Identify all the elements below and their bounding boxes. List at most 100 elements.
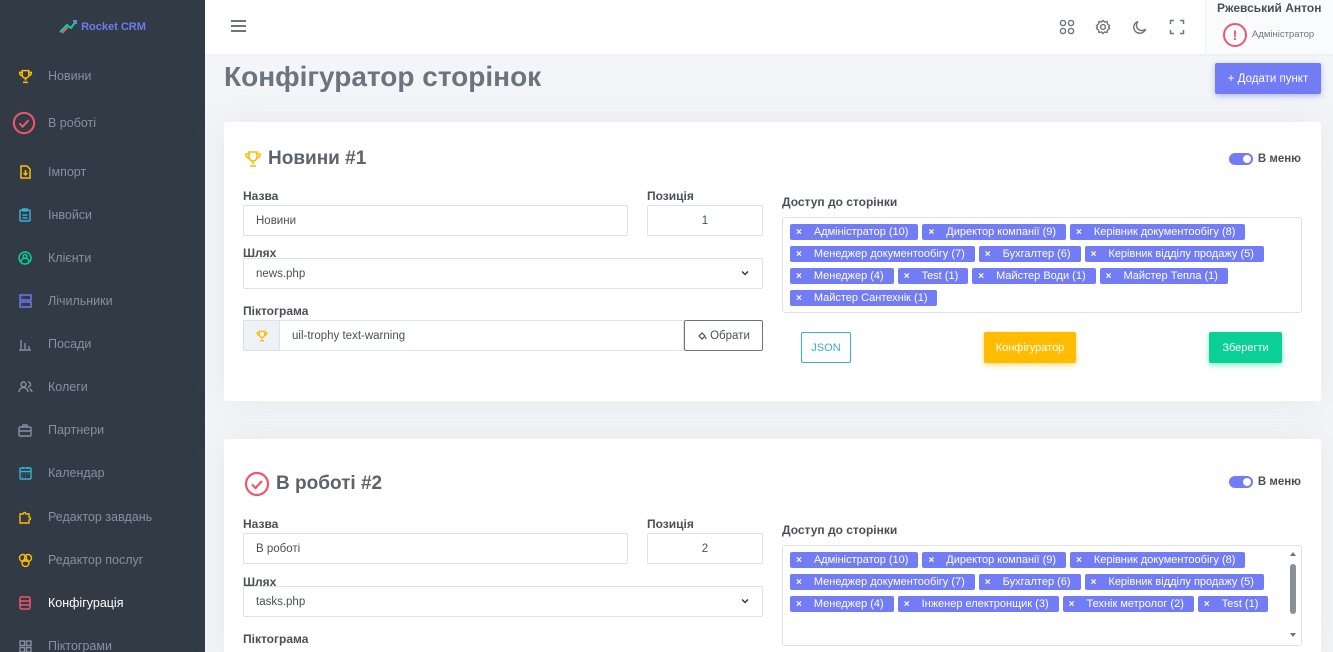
sidebar-item-label: Новини bbox=[48, 69, 92, 83]
name-input[interactable]: В роботі bbox=[243, 533, 628, 564]
sidebar-item[interactable]: Календар bbox=[0, 458, 205, 488]
sidebar-item[interactable]: Посади bbox=[0, 329, 205, 359]
sidebar-item[interactable]: Колеги bbox=[0, 372, 205, 402]
apps-icon[interactable] bbox=[1058, 18, 1076, 36]
sidebar-item[interactable]: Новини bbox=[0, 61, 205, 91]
path-value: news.php bbox=[256, 267, 306, 280]
position-input[interactable]: 1 bbox=[647, 205, 763, 236]
json-button[interactable]: JSON bbox=[801, 332, 851, 363]
position-input[interactable]: 2 bbox=[647, 533, 763, 564]
sidebar-item[interactable]: Редактор завдань bbox=[0, 502, 205, 532]
remove-tag-icon[interactable]: × bbox=[796, 599, 802, 610]
access-tag: × Майстер Тепла (1) bbox=[1099, 268, 1228, 284]
name-input[interactable]: Новини bbox=[243, 205, 628, 236]
access-tag-label: Майстер Тепла (1) bbox=[1123, 270, 1218, 282]
access-tag-label: Інженер електронщик (3) bbox=[921, 598, 1049, 610]
sidebar-item-label: Клієнти bbox=[48, 251, 92, 265]
path-select[interactable]: tasks.php bbox=[243, 586, 763, 617]
sidebar-item-label: Лічильники bbox=[48, 294, 113, 308]
remove-tag-icon[interactable]: × bbox=[1076, 227, 1082, 238]
remove-tag-icon[interactable]: × bbox=[928, 227, 934, 238]
name-label: Назва bbox=[243, 189, 279, 203]
access-multiselect[interactable]: × Адміністратор (10) × Директор компанії (9… bbox=[782, 545, 1302, 646]
database-icon bbox=[17, 595, 33, 611]
trophy-icon bbox=[256, 330, 267, 341]
sidebar-item[interactable]: Лічильники bbox=[0, 286, 205, 316]
add-item-button[interactable]: + Додати пункт bbox=[1215, 63, 1321, 94]
alert-icon: ! bbox=[1223, 23, 1247, 47]
server-icon bbox=[17, 293, 33, 309]
brand[interactable]: Rocket CRM bbox=[0, 0, 205, 54]
remove-tag-icon[interactable]: × bbox=[1076, 555, 1082, 566]
access-tag-label: Test (1) bbox=[921, 270, 959, 282]
sidebar-item[interactable]: Партнери bbox=[0, 415, 205, 445]
access-tag: × Технік метролог (2) bbox=[1062, 596, 1194, 612]
sidebar-item[interactable]: Клієнти bbox=[0, 243, 205, 273]
in-menu-toggle[interactable]: В меню bbox=[1228, 476, 1301, 488]
access-tag: × Менеджер документообігу (7) bbox=[790, 246, 975, 262]
remove-tag-icon[interactable]: × bbox=[904, 599, 910, 610]
sidebar-item[interactable]: Конфігурація bbox=[0, 588, 205, 618]
path-select[interactable]: news.php bbox=[243, 258, 763, 289]
remove-tag-icon[interactable]: × bbox=[796, 555, 802, 566]
remove-tag-icon[interactable]: × bbox=[1204, 599, 1210, 610]
fullscreen-icon[interactable] bbox=[1168, 18, 1186, 36]
page-card: В роботі #2 В меню Назва В роботі Позиці… bbox=[224, 439, 1321, 652]
access-tag-label: Директор компанії (9) bbox=[946, 226, 1057, 238]
in-menu-toggle[interactable]: В меню bbox=[1228, 153, 1301, 165]
file-import-icon bbox=[17, 164, 33, 180]
access-tag-label: Майстер Води (1) bbox=[996, 270, 1086, 282]
access-tag-label: Менеджер (4) bbox=[813, 598, 884, 610]
puzzle-icon bbox=[17, 509, 33, 525]
remove-tag-icon[interactable]: × bbox=[985, 577, 991, 588]
access-tag: × Інженер електронщик (3) bbox=[897, 596, 1059, 612]
sidebar-item[interactable]: В роботі bbox=[0, 108, 205, 138]
trophy-icon bbox=[245, 151, 261, 167]
remove-tag-icon[interactable]: × bbox=[796, 227, 802, 238]
icon-class-input[interactable]: uil-trophy text-warning bbox=[279, 320, 684, 351]
choose-icon-button[interactable]: Обрати bbox=[684, 320, 763, 351]
chart-bar-icon bbox=[17, 336, 33, 352]
remove-tag-icon[interactable]: × bbox=[796, 293, 802, 304]
paint-bucket-icon bbox=[698, 331, 707, 340]
sidebar-item[interactable]: Інвойси bbox=[0, 200, 205, 230]
scrollbar[interactable] bbox=[1288, 550, 1298, 640]
remove-tag-icon[interactable]: × bbox=[978, 271, 984, 282]
page-card: Новини #1 В меню Назва Новини Позиція 1 … bbox=[224, 122, 1321, 401]
remove-tag-icon[interactable]: × bbox=[904, 271, 910, 282]
remove-tag-icon[interactable]: × bbox=[928, 555, 934, 566]
moon-icon[interactable] bbox=[1131, 18, 1149, 36]
remove-tag-icon[interactable]: × bbox=[796, 271, 802, 282]
toggle-switch[interactable] bbox=[1228, 476, 1253, 488]
remove-tag-icon[interactable]: × bbox=[1069, 599, 1075, 610]
access-tag-label: Директор компанії (9) bbox=[946, 554, 1057, 566]
sidebar-item[interactable]: Імпорт bbox=[0, 157, 205, 187]
sidebar: Rocket CRM Новини В роботі Імпорт Інвойси Кл… bbox=[0, 0, 205, 652]
access-tag: × Керівник документообігу (8) bbox=[1070, 224, 1246, 240]
access-label: Доступ до сторінки bbox=[782, 523, 898, 537]
remove-tag-icon[interactable]: × bbox=[796, 577, 802, 588]
user-role: Адміністратор bbox=[1252, 29, 1315, 40]
access-tag-label: Керівник документообігу (8) bbox=[1093, 226, 1236, 238]
sidebar-item[interactable]: Редактор послуг bbox=[0, 545, 205, 575]
save-button[interactable]: Зберегти bbox=[1209, 332, 1282, 363]
toggle-switch[interactable] bbox=[1228, 153, 1253, 165]
access-tag: × Директор компанії (9) bbox=[922, 224, 1067, 240]
menu-toggle-icon[interactable] bbox=[231, 20, 246, 32]
access-tags: × Адміністратор (10) × Директор компанії (9… bbox=[790, 224, 1281, 306]
card-title: В роботі #2 bbox=[244, 471, 382, 497]
access-tag-label: Бухгалтер (6) bbox=[1002, 248, 1071, 260]
sidebar-item[interactable]: Піктограми bbox=[0, 631, 205, 652]
remove-tag-icon[interactable]: × bbox=[796, 249, 802, 260]
configurator-button[interactable]: Конфігуратор bbox=[984, 332, 1076, 363]
name-label: Назва bbox=[243, 517, 279, 531]
remove-tag-icon[interactable]: × bbox=[985, 249, 991, 260]
remove-tag-icon[interactable]: × bbox=[1106, 271, 1112, 282]
check-circle-icon bbox=[244, 471, 270, 497]
user-menu[interactable]: Ржевський Антон ! Адміністратор bbox=[1205, 0, 1333, 54]
access-multiselect[interactable]: × Адміністратор (10) × Директор компанії (9… bbox=[782, 217, 1302, 313]
sidebar-item-label: В роботі bbox=[48, 116, 97, 130]
settings-icon[interactable] bbox=[1094, 18, 1112, 36]
remove-tag-icon[interactable]: × bbox=[1091, 249, 1097, 260]
remove-tag-icon[interactable]: × bbox=[1091, 577, 1097, 588]
